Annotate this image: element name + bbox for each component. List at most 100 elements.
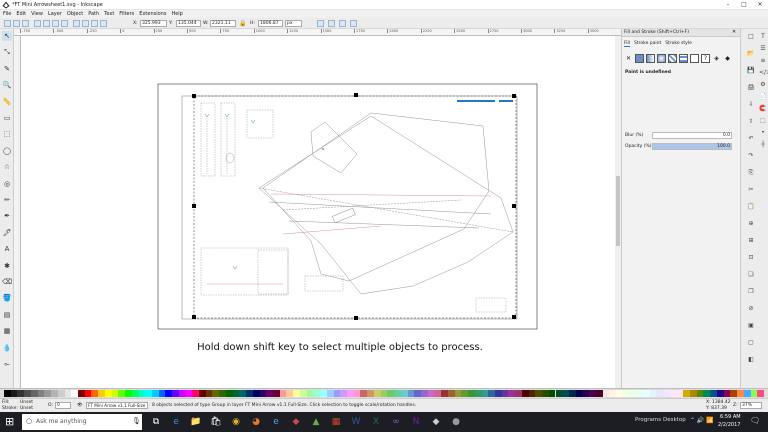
palette-swatch[interactable]	[663, 390, 670, 397]
ungroup-icon[interactable]: ▢	[747, 339, 755, 347]
palette-swatch[interactable]	[582, 390, 590, 397]
menu-filters[interactable]: Filters	[119, 10, 134, 18]
radial-gradient-icon[interactable]	[657, 54, 666, 63]
palette-swatch[interactable]	[71, 390, 78, 397]
palette-swatch[interactable]	[461, 390, 469, 397]
palette-swatch[interactable]	[407, 390, 415, 397]
unit-select[interactable]: px	[285, 20, 302, 27]
drawing-canvas[interactable]	[21, 36, 615, 388]
x-field[interactable]: 325.993	[140, 20, 167, 27]
palette-swatch[interactable]	[373, 390, 381, 397]
menu-file[interactable]: File	[3, 10, 11, 18]
swatch-icon[interactable]	[690, 54, 699, 63]
palette-swatch[interactable]	[703, 390, 711, 397]
palette-swatch[interactable]	[64, 390, 72, 397]
palette-swatch[interactable]	[199, 390, 206, 397]
zoom-drawing-icon[interactable]: ⊞	[747, 237, 755, 245]
palette-swatch[interactable]	[77, 390, 85, 397]
spray-tool-icon[interactable]: ✱	[2, 261, 12, 271]
palette-swatch[interactable]	[434, 390, 442, 397]
palette-swatch[interactable]	[17, 390, 25, 397]
palette-swatch[interactable]	[104, 390, 112, 397]
palette-swatch[interactable]	[138, 390, 146, 397]
file-explorer-icon[interactable]: 📁	[188, 414, 204, 430]
snap-bbox-icon[interactable]: ⬚	[759, 117, 767, 125]
menu-extensions[interactable]: Extensions	[139, 10, 166, 18]
palette-swatch[interactable]	[145, 390, 152, 397]
zoom-tool-icon[interactable]: 🔍	[2, 80, 12, 90]
palette-swatch[interactable]	[656, 390, 664, 397]
palette-swatch[interactable]	[649, 390, 657, 397]
palette-swatch[interactable]	[158, 390, 166, 397]
zoom-selection-icon[interactable]: ⊕	[747, 220, 755, 228]
palette-swatch[interactable]	[125, 390, 132, 397]
palette-swatch[interactable]	[454, 390, 462, 397]
measure-tool-icon[interactable]: 📏	[2, 97, 12, 107]
redo-icon[interactable]: ↷	[747, 152, 755, 160]
tab-stroke-style[interactable]: Stroke style	[665, 41, 692, 47]
palette-swatch[interactable]	[515, 390, 522, 397]
palette-swatch[interactable]	[293, 390, 300, 397]
palette-swatch[interactable]	[468, 390, 475, 397]
select-all-layers-button[interactable]	[13, 20, 20, 27]
clone-icon[interactable]: ❐	[747, 288, 755, 296]
raise-to-top-button[interactable]	[73, 20, 80, 27]
spiral-tool-icon[interactable]: ◎	[2, 179, 12, 189]
palette-swatch[interactable]	[481, 390, 489, 397]
palette-swatch[interactable]	[488, 390, 495, 397]
palette-swatch[interactable]	[562, 390, 569, 397]
transform-gradients-toggle[interactable]	[339, 20, 346, 27]
print-icon[interactable]: 🖨	[747, 84, 755, 92]
palette-swatch[interactable]	[118, 390, 126, 397]
zoom-page-icon[interactable]: ⊡	[747, 254, 755, 262]
3d-box-tool-icon[interactable]: ⬚	[2, 129, 12, 139]
palette-swatch[interactable]	[279, 390, 287, 397]
palette-swatch[interactable]	[750, 390, 758, 397]
palette-swatch[interactable]	[30, 390, 38, 397]
undo-icon[interactable]: ↶	[747, 135, 755, 143]
palette-swatch[interactable]	[616, 390, 623, 397]
opacity-field[interactable]: 0	[55, 402, 71, 409]
palette-swatch[interactable]	[111, 390, 119, 397]
palette-swatch[interactable]	[333, 390, 341, 397]
stroke-indicator[interactable]: Unset	[20, 406, 33, 411]
palette-swatch[interactable]	[37, 390, 45, 397]
tweak-tool-icon[interactable]: ✎	[2, 64, 12, 74]
close-button[interactable]: ✕	[752, 0, 768, 10]
palette-swatch[interactable]	[555, 390, 563, 397]
palette-swatch[interactable]	[172, 390, 179, 397]
transform-patterns-toggle[interactable]	[350, 20, 357, 27]
flat-color-icon[interactable]	[635, 54, 644, 63]
palette-swatch[interactable]	[165, 390, 173, 397]
menu-help[interactable]: Help	[171, 10, 182, 18]
w-field[interactable]: 2321.11	[210, 20, 236, 27]
node-tool-icon[interactable]: ⤡	[2, 47, 12, 57]
transform-corners-toggle[interactable]	[328, 20, 335, 27]
pattern-icon[interactable]	[679, 54, 688, 63]
open-icon[interactable]: 📂	[747, 50, 755, 58]
snap-guide-icon[interactable]: ┼	[759, 141, 767, 149]
flip-vertical-button[interactable]	[61, 20, 68, 27]
ie-icon[interactable]: e	[268, 414, 284, 430]
no-paint-icon[interactable]: ✕	[624, 55, 633, 62]
palette-swatch[interactable]	[212, 390, 220, 397]
inkscape-taskbar-icon[interactable]: ◆	[428, 414, 444, 430]
menu-text[interactable]: Text	[104, 10, 114, 18]
snap-nodes-icon[interactable]: •	[759, 129, 767, 137]
palette-swatch[interactable]	[4, 390, 11, 397]
ellipse-tool-icon[interactable]: ◯	[2, 146, 12, 156]
palette-swatch[interactable]	[636, 390, 643, 397]
palette-swatch[interactable]	[306, 390, 314, 397]
snap-toggle-icon[interactable]: 🧲	[759, 105, 767, 113]
palette-swatch[interactable]	[98, 390, 105, 397]
programs-toolbar[interactable]: Programs	[635, 417, 661, 423]
visual-studio-icon[interactable]: ∞	[388, 414, 404, 430]
palette-swatch[interactable]	[131, 390, 139, 397]
menu-layer[interactable]: Layer	[48, 10, 62, 18]
transform-stroke-toggle[interactable]	[317, 20, 324, 27]
windows-start-icon[interactable]: ⊞	[5, 415, 14, 428]
chrome-icon[interactable]: ◉	[228, 414, 244, 430]
palette-swatch[interactable]	[51, 390, 58, 397]
task-view-icon[interactable]: ⧉	[148, 414, 164, 430]
palette-swatch[interactable]	[743, 390, 751, 397]
